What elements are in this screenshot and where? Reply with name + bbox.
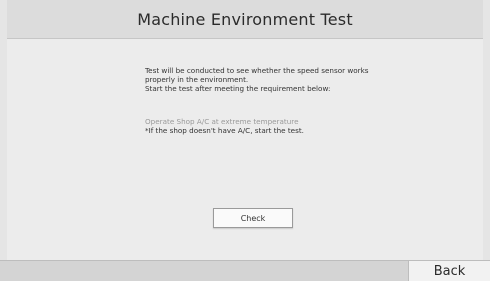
requirement-note: *If the shop doesn't have A/C, start the…	[145, 126, 304, 136]
check-button[interactable]: Check	[213, 208, 293, 228]
machine-environment-test-screen: Machine Environment Test Test will be co…	[0, 0, 490, 281]
back-button[interactable]: Back	[408, 261, 490, 281]
requirement-label: Operate Shop A/C at extreme temperature	[145, 117, 299, 126]
description-line-2: properly in the environment.	[145, 75, 249, 85]
description-line-3: Start the test after meeting the require…	[145, 84, 331, 94]
page-title: Machine Environment Test	[137, 9, 353, 29]
main-content: Test will be conducted to see whether th…	[7, 39, 483, 260]
description-text: Test will be conducted to see whether th…	[145, 66, 385, 94]
page-header: Machine Environment Test	[7, 0, 483, 39]
footer-bar: Back	[0, 260, 490, 281]
right-frame-edge	[482, 0, 490, 260]
requirement-block: Operate Shop A/C at extreme temperature …	[145, 117, 385, 135]
description-line-1: Test will be conducted to see whether th…	[145, 66, 369, 75]
